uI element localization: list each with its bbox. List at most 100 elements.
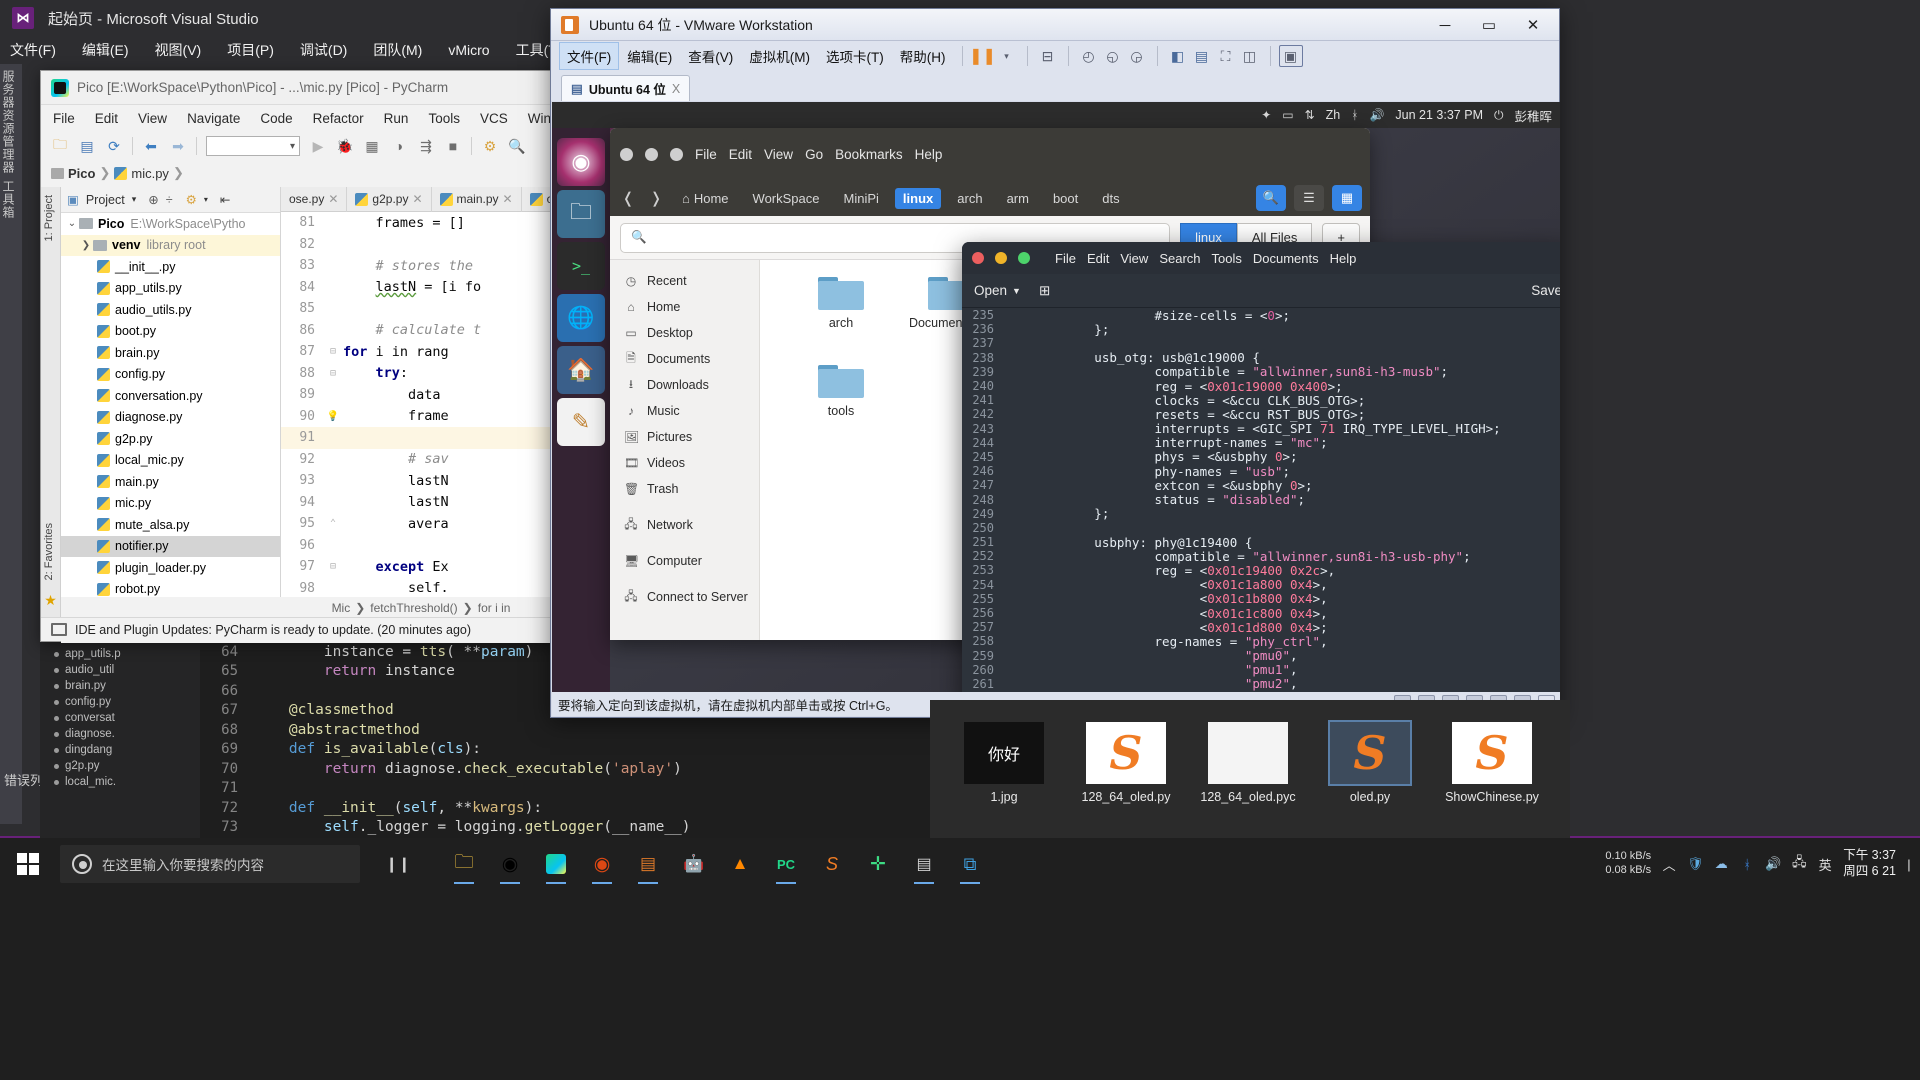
nautilus-pathbar[interactable]: ❬ ❭ ⌂Home WorkSpace MiniPi linux arch ar… — [610, 180, 1370, 216]
launcher-terminal-icon[interactable]: >_ — [557, 242, 605, 290]
show-desktop-button[interactable]: | — [1906, 856, 1912, 872]
vs-menu-view[interactable]: 视图(V) — [155, 40, 202, 60]
breadcrumb-arm[interactable]: arm — [999, 188, 1037, 209]
tab-ose[interactable]: ose.py✕ — [281, 187, 347, 212]
save-icon[interactable]: ▤ — [78, 137, 96, 155]
tree-row[interactable]: diagnose.py — [61, 407, 280, 429]
list-item[interactable]: dingdang — [40, 742, 200, 758]
thumb-item[interactable]: S ShowChinese.py — [1442, 722, 1542, 804]
power-icon[interactable]: ⏻ — [1494, 108, 1504, 123]
run-configuration-select[interactable]: ▾ — [206, 136, 300, 156]
tree-row[interactable]: notifier.py — [61, 536, 280, 558]
sidebar-item-recent[interactable]: ◷Recent — [610, 268, 759, 294]
close-icon[interactable]: ✕ — [412, 192, 422, 206]
ubuntu-user[interactable]: 彭稚晖 — [1514, 106, 1552, 125]
maximize-icon[interactable] — [1018, 252, 1030, 264]
ge-menu-file[interactable]: File — [1055, 251, 1076, 266]
pycharm-left-toolwindow-strip[interactable]: 1: Project 2: Favorites ★ — [41, 187, 61, 641]
list-item[interactable]: diagnose. — [40, 726, 200, 742]
forward-icon[interactable]: ❭ — [646, 189, 666, 207]
grid-view-icon[interactable]: ▦ — [1332, 185, 1362, 211]
vm-menu-vm[interactable]: 虚拟机(M) — [741, 42, 818, 70]
chrome-icon[interactable]: ◉ — [490, 842, 530, 886]
sidebar-item-project-vertical[interactable]: 1: Project — [43, 195, 55, 241]
tab-main[interactable]: main.py✕ — [432, 187, 522, 212]
thumb-item[interactable]: S 128_64_oled.py — [1076, 722, 1176, 804]
fold-gutter[interactable]: ⊟ — [323, 561, 343, 572]
sidebar-item-documents[interactable]: 🗎Documents — [610, 346, 759, 372]
ubuntu-desktop[interactable]: File Edit View Go Bookmarks Help ❬ ❭ ⌂Ho… — [610, 128, 1560, 692]
launcher-firefox-icon[interactable]: 🌐 — [557, 294, 605, 342]
collapse-arrow-icon[interactable]: ❯ — [79, 240, 93, 251]
notification-icon[interactable] — [51, 623, 67, 636]
launcher-files-icon[interactable]: 🗀 — [557, 190, 605, 238]
show-console-icon[interactable]: ▤ — [1190, 45, 1214, 67]
settings-gear-icon[interactable]: ⚙ — [481, 137, 499, 155]
ubuntu-guest-screen[interactable]: ✦ ▭ ⇅ Zh ᚼ 🔊 Jun 21 3:37 PM ⏻ 彭稚晖 ◉ 🗀 >_… — [552, 102, 1560, 692]
file-item[interactable]: tools — [786, 362, 896, 450]
editor-breadcrumb[interactable]: Mic ❯ fetchThreshold() ❯ for i in — [281, 597, 561, 619]
search-toggle-icon[interactable]: 🔍 — [1256, 185, 1286, 211]
vs-menu-vmicro[interactable]: vMicro — [448, 42, 489, 58]
breadcrumb-home[interactable]: ⌂Home — [674, 188, 737, 209]
save-button[interactable]: Save — [1531, 283, 1560, 298]
sidebar-toggle-icon[interactable]: ▣ — [1279, 45, 1303, 67]
breadcrumb-minipi[interactable]: MiniPi — [836, 188, 887, 209]
add-icon[interactable]: ✛ — [858, 842, 898, 886]
breadcrumb-workspace[interactable]: WorkSpace — [745, 188, 828, 209]
tree-row[interactable]: plugin_loader.py — [61, 557, 280, 579]
start-button[interactable] — [0, 838, 56, 890]
list-item[interactable]: app_utils.p — [40, 646, 200, 662]
explorer-thumbnail-strip[interactable]: 你好 1.jpg S 128_64_oled.py 128_64_oled.py… — [930, 700, 1570, 838]
chevron-down-small-icon[interactable]: ▾ — [204, 195, 208, 204]
tree-row[interactable]: g2p.py — [61, 428, 280, 450]
window-controls[interactable]: － ▭ ✕ — [1423, 9, 1555, 41]
volume-icon[interactable]: 🔊 — [1369, 108, 1384, 122]
vs-menu-edit[interactable]: 编辑(E) — [82, 40, 129, 60]
ubuntu-icon[interactable]: ◉ — [582, 842, 622, 886]
vscode-icon[interactable]: ⧉ — [950, 842, 990, 886]
fold-gutter[interactable]: 💡 — [323, 411, 343, 422]
chevron-down-icon[interactable]: ▾ — [995, 45, 1019, 67]
collapse-all-icon[interactable]: ÷ — [166, 193, 173, 207]
ubuntu-launcher[interactable]: ◉ 🗀 >_ 🌐 🏠 ✎ 🗑 — [552, 128, 610, 692]
taskbar-tray[interactable]: 0.10 kB/s 0.08 kB/s ︿ 🛡 ☁ ᚼ 🔊 🖧 英 下午 3:3… — [1605, 838, 1920, 890]
breadcrumb-file[interactable]: mic.py — [131, 166, 169, 181]
vs-menu-team[interactable]: 团队(M) — [373, 40, 422, 60]
ge-menu-search[interactable]: Search — [1159, 251, 1200, 266]
pause-icon[interactable]: ❚❚ — [971, 45, 995, 67]
sidebar-item-downloads[interactable]: ⭳Downloads — [610, 372, 759, 398]
forward-arrow-icon[interactable]: ➡ — [169, 137, 187, 155]
sidebar-item-favorites[interactable]: 2: Favorites — [41, 517, 57, 586]
tree-row[interactable]: ⌄PicoE:\WorkSpace\Pytho — [61, 213, 280, 235]
pc-menu-file[interactable]: File — [53, 111, 75, 126]
nt-menu-help[interactable]: Help — [915, 147, 943, 162]
gedit-window[interactable]: File Edit View Search Tools Documents He… — [962, 242, 1560, 692]
fullscreen-icon[interactable]: ⛶ — [1214, 45, 1238, 67]
pycharm-icon[interactable] — [536, 842, 576, 886]
launcher-gedit-icon[interactable]: ✎ — [557, 398, 605, 446]
keyboard-layout[interactable]: Zh — [1326, 108, 1341, 122]
crumb-fetchthreshold[interactable]: fetchThreshold() — [370, 601, 457, 615]
vlc-icon[interactable]: ▲ — [720, 842, 760, 886]
shield-icon[interactable]: 🛡 — [1687, 856, 1703, 872]
minimize-icon[interactable] — [645, 148, 658, 161]
clock[interactable]: 下午 3:37 周四 6 21 — [1843, 848, 1896, 879]
launcher-dash-icon[interactable]: ◉ — [557, 138, 605, 186]
vs-left-dock[interactable]: 服务器资源管理器 工具箱 — [0, 64, 22, 824]
tree-row[interactable]: local_mic.py — [61, 450, 280, 472]
sidebar-item-desktop[interactable]: ▭Desktop — [610, 320, 759, 346]
bluetooth-icon[interactable]: ᚼ — [1739, 856, 1755, 872]
vmware-icon[interactable]: ▤ — [628, 842, 668, 886]
revert-snapshot-icon[interactable]: ◵ — [1101, 45, 1125, 67]
volume-icon[interactable]: 🔊 — [1765, 856, 1781, 872]
gedit-toolbar[interactable]: Open▼ ⊞ Save — [962, 274, 1560, 308]
gear-icon[interactable]: ⚙ — [186, 192, 197, 207]
gedit-headerbar[interactable]: File Edit View Search Tools Documents He… — [962, 242, 1560, 274]
list-item[interactable]: g2p.py — [40, 758, 200, 774]
snapshot-manager-icon[interactable]: ◶ — [1125, 45, 1149, 67]
sidebar-item-connect-server[interactable]: 🖧Connect to Server — [610, 584, 759, 610]
profile-icon[interactable]: ◑ — [390, 137, 408, 155]
ge-menu-view[interactable]: View — [1120, 251, 1148, 266]
vm-menu-tabs[interactable]: 选项卡(T) — [818, 42, 892, 70]
